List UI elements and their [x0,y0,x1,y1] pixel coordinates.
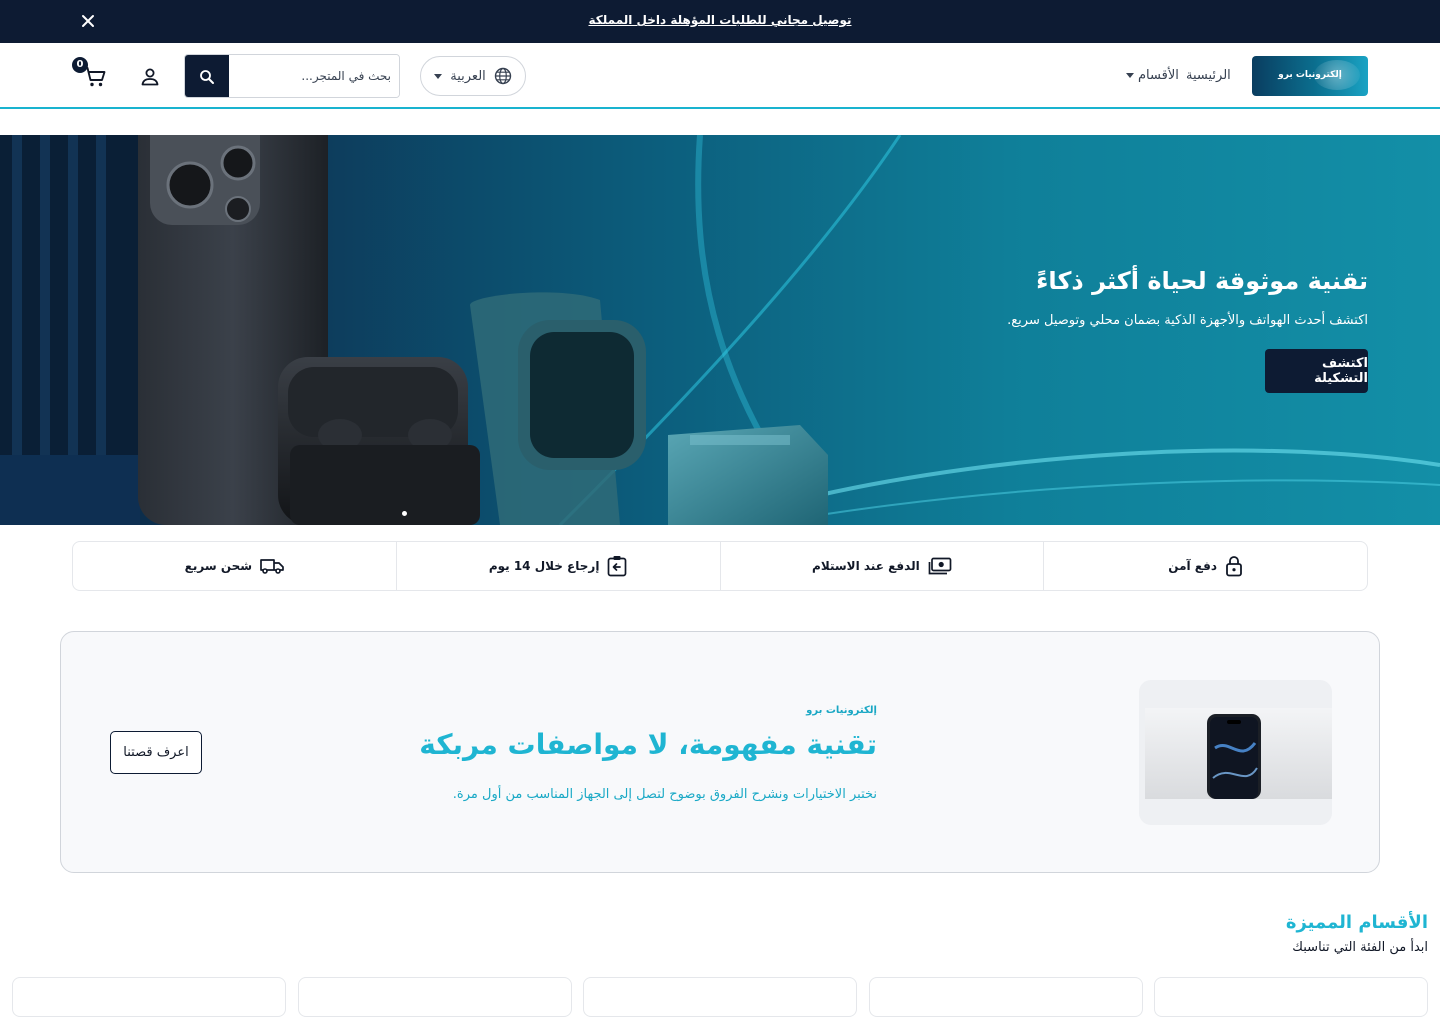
language-label: العربية [450,68,486,84]
globe-icon [494,67,511,85]
story-brand-label: إلكترونيات برو [806,705,877,716]
featured-categories-subtitle: ابدأ من الفئة التي تناسبك [1292,940,1428,955]
close-icon[interactable] [78,11,98,31]
logo-text: إلكترونيات برو [1278,70,1342,80]
feature-secure-payment: دفع آمن [1043,542,1367,590]
brand-story-banner: إلكترونيات برو تقنية مفهومة، لا مواصفات … [60,631,1380,873]
feature-fast-shipping: شحن سريع [73,542,396,590]
category-card[interactable] [869,977,1143,1017]
search-icon [200,70,214,84]
search-bar [184,54,400,98]
hero-banner: تقنية موثوقة لحياة أكثر ذكاءً اكتشف أحدث… [0,135,1440,525]
carousel-indicator[interactable] [402,511,407,516]
cash-icon [928,557,952,575]
story-product-image [1139,680,1332,825]
feature-label: شحن سريع [184,559,253,573]
hero-product-image [0,135,1440,525]
return-box-icon [608,556,627,577]
category-card[interactable] [12,977,286,1017]
announcement-bar: توصيل مجاني للطلبات المؤهلة داخل المملكة [0,0,1440,43]
hero-subtitle: اكتشف أحدث الهواتف والأجهزة الذكية بضمان… [1007,313,1368,328]
store-logo[interactable]: إلكترونيات برو [1252,56,1368,96]
cart-button[interactable]: 0 [72,57,108,89]
features-strip: شحن سريع إرجاع خلال 14 يوم الدفع عند الا… [72,541,1368,591]
category-card[interactable] [298,977,572,1017]
cart-count-badge: 0 [72,57,88,73]
search-button[interactable] [185,55,229,97]
feature-cash-on-delivery: الدفع عند الاستلام [719,542,1044,590]
hero-cta-button[interactable]: اكتشف التشكيلة [1265,349,1368,393]
truck-icon [260,559,284,574]
chevron-down-icon [434,73,443,79]
nav-categories-dropdown[interactable]: الأقسام [1126,68,1179,83]
story-description: نختبر الاختيارات ونشرح الفروق بوضوح لتصل… [452,787,877,802]
search-input[interactable] [229,55,399,97]
smartphone-image [1207,714,1261,799]
feature-label: دفع آمن [1168,559,1217,573]
feature-returns: إرجاع خلال 14 يوم [395,542,720,590]
nav-home-link[interactable]: الرئيسية [1186,68,1231,83]
nav-categories-label: الأقسام [1138,68,1179,83]
category-card[interactable] [1154,977,1428,1017]
feature-label: الدفع عند الاستلام [812,559,920,573]
story-image-backdrop [1145,708,1332,799]
chevron-down-icon [1126,73,1134,78]
site-header: إلكترونيات برو الرئيسية الأقسام العربية [0,43,1440,109]
story-title: تقنية مفهومة، لا مواصفات مربكة [419,728,877,761]
lock-icon [1226,556,1242,577]
category-card[interactable] [583,977,857,1017]
learn-our-story-button[interactable]: اعرف قصتنا [110,731,202,774]
user-icon [141,68,159,86]
announcement-link[interactable]: توصيل مجاني للطلبات المؤهلة داخل المملكة [0,13,1440,27]
account-button[interactable] [138,65,162,89]
language-selector[interactable]: العربية [420,56,526,96]
hero-title: تقنية موثوقة لحياة أكثر ذكاءً [1036,267,1368,295]
featured-categories-title: الأقسام المميزة [1285,912,1428,933]
feature-label: إرجاع خلال 14 يوم [488,559,600,573]
